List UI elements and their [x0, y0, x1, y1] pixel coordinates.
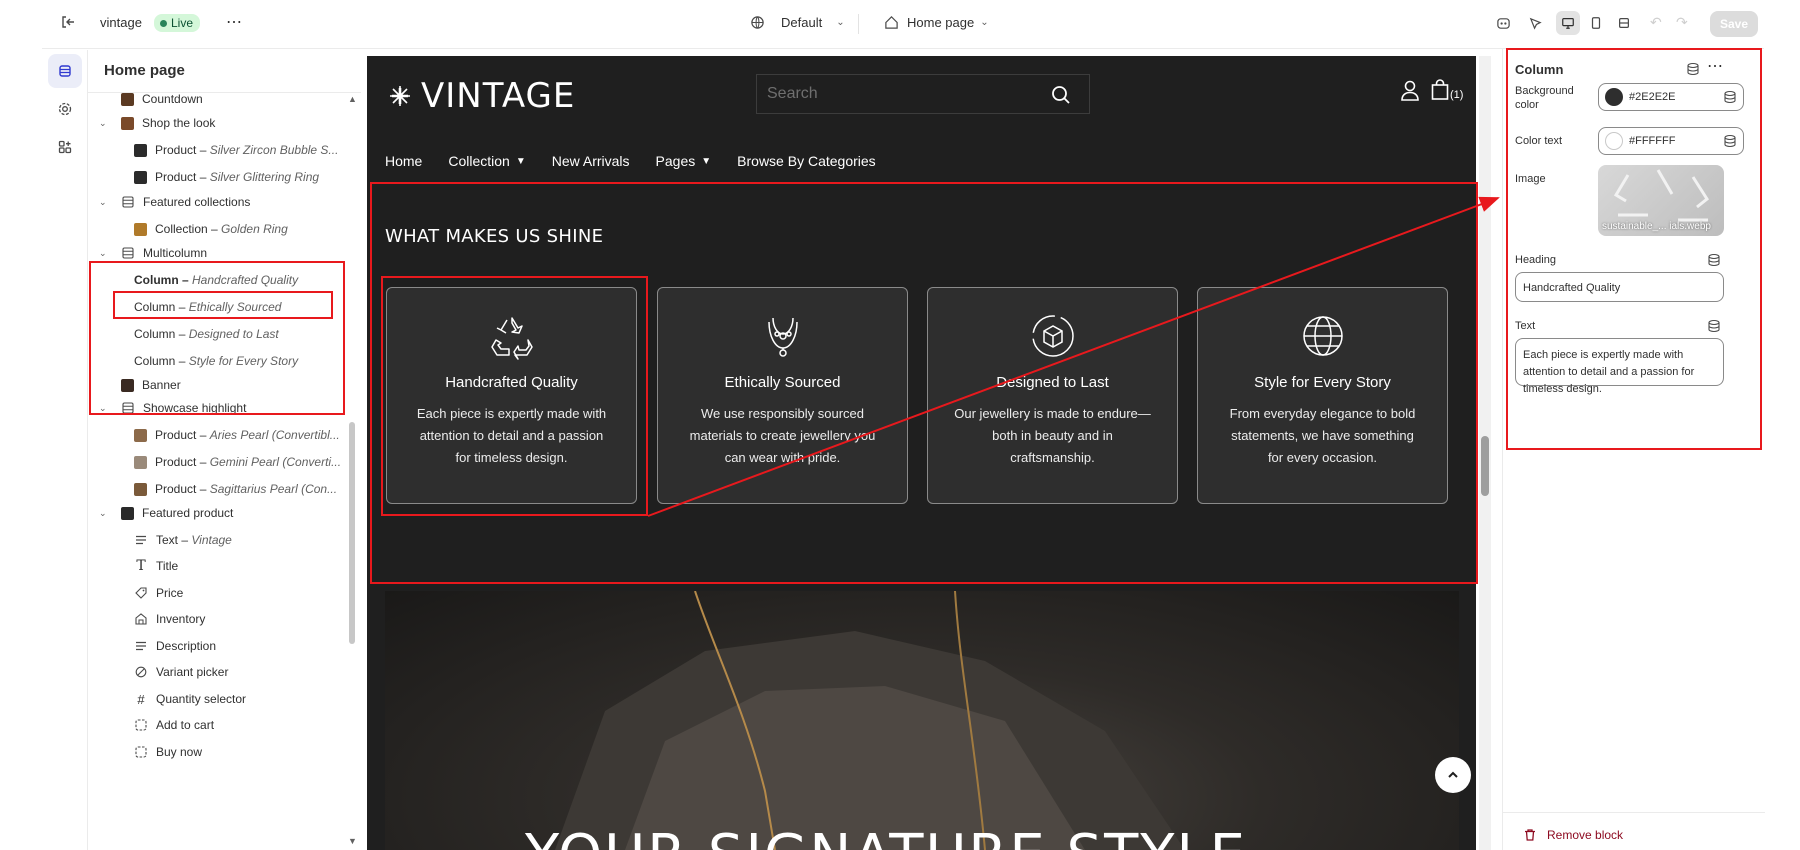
annotation-arrow — [647, 196, 1500, 517]
